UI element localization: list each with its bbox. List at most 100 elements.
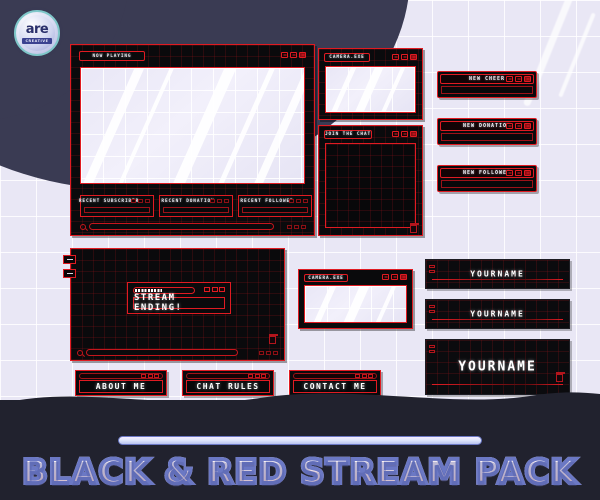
trash-icon[interactable]: [268, 334, 278, 344]
camera-exe-window-controls[interactable]: [392, 54, 417, 60]
maximize-icon[interactable]: [515, 123, 522, 129]
maximize-icon[interactable]: [217, 198, 222, 203]
search-icon: [77, 349, 83, 356]
recent-subscriber-controls[interactable]: [131, 198, 150, 203]
dot-icon[interactable]: [273, 351, 278, 355]
recent-subscriber-label: RECENT SUBSCRIBER: [78, 198, 140, 205]
trash-icon[interactable]: [555, 372, 565, 382]
overlay-search-bar[interactable]: [80, 223, 274, 230]
recent-subscriber-panel: RECENT SUBSCRIBER: [78, 195, 154, 217]
maximize-icon[interactable]: [401, 131, 408, 137]
close-icon[interactable]: [299, 52, 306, 58]
banner-divider: [118, 436, 482, 445]
maximize-icon[interactable]: [296, 198, 301, 203]
close-icon[interactable]: [145, 198, 150, 203]
now-playing-window-controls[interactable]: [281, 52, 306, 58]
maximize-icon[interactable]: [138, 198, 143, 203]
alert-new-cheer-controls[interactable]: [506, 76, 531, 82]
side-button-one[interactable]: [63, 255, 76, 264]
dot-icon[interactable]: [287, 225, 292, 229]
dot-icon[interactable]: [301, 225, 306, 229]
search-input[interactable]: [89, 223, 274, 230]
bottom-banner: BLACK & RED STREAM PACK: [0, 392, 600, 500]
close-icon[interactable]: [224, 198, 229, 203]
close-icon[interactable]: [261, 373, 266, 378]
trash-icon[interactable]: [409, 223, 419, 233]
side-button-two[interactable]: [63, 269, 76, 278]
poster-canvas: are CREATIVE NOW PLAYING RECENT SUBSCRIB…: [0, 0, 600, 500]
minimize-icon[interactable]: [204, 287, 210, 292]
stream-preview-screen: [80, 67, 305, 184]
alert-new-donation-title: NEW DONATION: [462, 123, 512, 129]
minimize-icon[interactable]: [355, 373, 360, 378]
maximize-icon[interactable]: [515, 170, 522, 176]
alert-new-donation-controls[interactable]: [506, 123, 531, 129]
contact-me-controls[interactable]: [355, 373, 373, 378]
maximize-icon[interactable]: [515, 76, 522, 82]
brand-logo-word: are: [25, 21, 49, 37]
minimize-icon[interactable]: [141, 373, 146, 378]
minimize-icon[interactable]: [506, 76, 513, 82]
minimize-icon[interactable]: [210, 198, 215, 203]
minimize-icon[interactable]: [131, 198, 136, 203]
close-icon[interactable]: [524, 123, 531, 129]
minimize-icon[interactable]: [281, 52, 288, 58]
webcam-frame-controls[interactable]: [382, 274, 407, 280]
alert-new-follower-controls[interactable]: [506, 170, 531, 176]
minimize-icon[interactable]: [382, 274, 389, 280]
dot-icon[interactable]: [294, 225, 299, 229]
alert-new-donation: NEW DONATION: [437, 118, 537, 145]
join-chat-window-controls[interactable]: [392, 131, 417, 137]
close-icon[interactable]: [219, 287, 225, 292]
nameplate-small-two: YOURNAME: [425, 299, 570, 329]
minimize-icon[interactable]: [392, 131, 399, 137]
maximize-icon[interactable]: [361, 373, 367, 378]
chat-message-area: [325, 143, 416, 228]
dot-icon[interactable]: [259, 351, 264, 355]
ending-bottom-controls[interactable]: [259, 351, 278, 355]
webcam-frame-title: CAMERA.EXE: [304, 274, 348, 282]
maximize-icon[interactable]: [401, 54, 408, 60]
minimize-icon[interactable]: [506, 170, 513, 176]
overlay-bottom-controls[interactable]: [287, 225, 306, 229]
maximize-icon[interactable]: [147, 373, 153, 378]
stream-ending-controls[interactable]: [204, 287, 225, 292]
maximize-icon[interactable]: [211, 287, 218, 292]
minimize-icon[interactable]: [392, 54, 399, 60]
close-icon[interactable]: [410, 54, 417, 60]
mark-icon: [429, 345, 435, 348]
alert-new-follower-body: [441, 180, 533, 188]
close-icon[interactable]: [400, 274, 407, 280]
minimize-icon[interactable]: [506, 123, 513, 129]
alert-new-donation-body: [441, 133, 533, 141]
close-icon[interactable]: [524, 170, 531, 176]
main-stream-overlay: NOW PLAYING RECENT SUBSCRIBER RECENT DON…: [70, 44, 315, 236]
recent-donation-body: [163, 207, 229, 213]
maximize-icon[interactable]: [391, 274, 398, 280]
banner-wave-shape: [0, 392, 600, 412]
ending-side-buttons[interactable]: [63, 255, 76, 278]
chat-rules-controls[interactable]: [248, 373, 266, 378]
dot-icon[interactable]: [266, 351, 271, 355]
minimize-icon[interactable]: [248, 373, 253, 378]
close-icon[interactable]: [303, 198, 308, 203]
close-icon[interactable]: [524, 76, 531, 82]
close-icon[interactable]: [154, 373, 159, 378]
recent-follower-controls[interactable]: [289, 198, 308, 203]
mark-icon: [429, 265, 435, 268]
alert-new-follower-title: NEW FOLLOWER: [462, 170, 512, 176]
close-icon[interactable]: [368, 373, 373, 378]
stream-ending-dialog: STREAM ENDING!: [127, 282, 231, 314]
brand-logo: are CREATIVE: [14, 10, 60, 56]
nameplate-side-marks: [429, 345, 435, 353]
about-me-controls[interactable]: [141, 373, 159, 378]
recent-donation-controls[interactable]: [210, 198, 229, 203]
close-icon[interactable]: [410, 131, 417, 137]
ending-search-bar[interactable]: [77, 349, 238, 356]
maximize-icon[interactable]: [254, 373, 260, 378]
maximize-icon[interactable]: [290, 52, 297, 58]
minimize-icon[interactable]: [289, 198, 294, 203]
brand-logo-inner: are CREATIVE: [19, 15, 55, 51]
camera-preview-screen: [325, 66, 416, 113]
search-input[interactable]: [86, 349, 238, 356]
